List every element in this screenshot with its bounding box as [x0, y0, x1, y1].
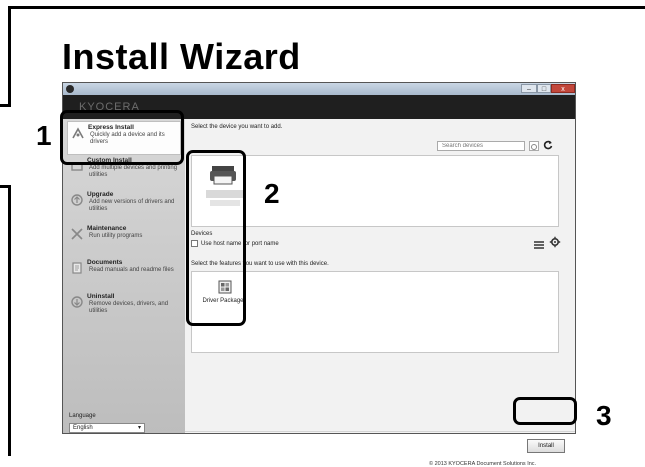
- copyright-text: © 2013 KYOCERA Document Solutions Inc.: [429, 461, 537, 467]
- install-button[interactable]: Install: [527, 439, 565, 453]
- frame-left-line: [8, 6, 11, 106]
- window-titlebar: – □ x: [63, 83, 575, 95]
- frame-top-line: [8, 6, 645, 9]
- feature-list: Driver Package: [191, 271, 559, 353]
- sidebar-item-label: Uninstall: [87, 293, 115, 300]
- sidebar: Express Install Quickly add a device and…: [63, 119, 185, 433]
- app-icon: [66, 85, 74, 93]
- device-list: [191, 155, 559, 227]
- sidebar-item-label: Documents: [87, 259, 123, 266]
- refresh-icon[interactable]: [543, 140, 553, 150]
- sidebar-item-label: Upgrade: [87, 191, 114, 198]
- list-view-icon[interactable]: [533, 240, 545, 250]
- device-select-heading: Select the device you want to add.: [191, 124, 283, 130]
- sidebar-item-description: Add multiple devices and printing utilit…: [89, 165, 178, 178]
- sidebar-item-description: Run utility programs: [89, 233, 143, 239]
- sidebar-item-description: Read manuals and readme files: [89, 267, 174, 273]
- callout-number-2: 2: [264, 178, 280, 209]
- callout-number-3: 3: [596, 400, 612, 431]
- sidebar-item-uninstall[interactable]: Uninstall Remove devices, drivers, and u…: [67, 291, 181, 325]
- callout-highlight-express-install: [60, 110, 184, 165]
- callout-highlight-device-and-feature: [186, 150, 246, 326]
- uninstall-icon: [71, 296, 83, 308]
- search-input[interactable]: [437, 141, 525, 151]
- language-select[interactable]: English ▾: [69, 423, 145, 433]
- settings-toggle[interactable]: [549, 235, 561, 253]
- language-value: English: [73, 425, 93, 431]
- language-label: Language: [69, 413, 96, 419]
- footer-divider: [185, 431, 575, 432]
- frame-left-tick: [0, 104, 11, 107]
- close-button[interactable]: x: [551, 84, 575, 93]
- sidebar-item-description: Add new versions of drivers and utilitie…: [89, 199, 175, 212]
- gear-icon[interactable]: [549, 236, 561, 248]
- sidebar-item-upgrade[interactable]: Upgrade Add new versions of drivers and …: [67, 189, 181, 223]
- frame-left-line-lower: [8, 185, 11, 456]
- sidebar-item-maintenance[interactable]: Maintenance Run utility programs: [67, 223, 181, 257]
- callout-highlight-install-button: [513, 397, 577, 425]
- chevron-down-icon: ▾: [137, 425, 141, 431]
- port-name-label: for port name: [243, 241, 279, 248]
- sidebar-item-label: Maintenance: [87, 225, 127, 232]
- upgrade-icon: [71, 194, 83, 206]
- documents-icon: [72, 262, 82, 274]
- sidebar-item-documents[interactable]: Documents Read manuals and readme files: [67, 257, 181, 291]
- page-title: Install Wizard: [62, 36, 301, 77]
- minimize-button[interactable]: –: [521, 84, 537, 93]
- view-toggle[interactable]: [533, 237, 545, 255]
- maintenance-icon: [71, 228, 83, 240]
- maximize-button[interactable]: □: [537, 84, 551, 93]
- search-options-icon[interactable]: [529, 141, 539, 151]
- sidebar-item-description: Remove devices, drivers, and utilities: [89, 301, 169, 314]
- callout-number-1: 1: [36, 120, 52, 151]
